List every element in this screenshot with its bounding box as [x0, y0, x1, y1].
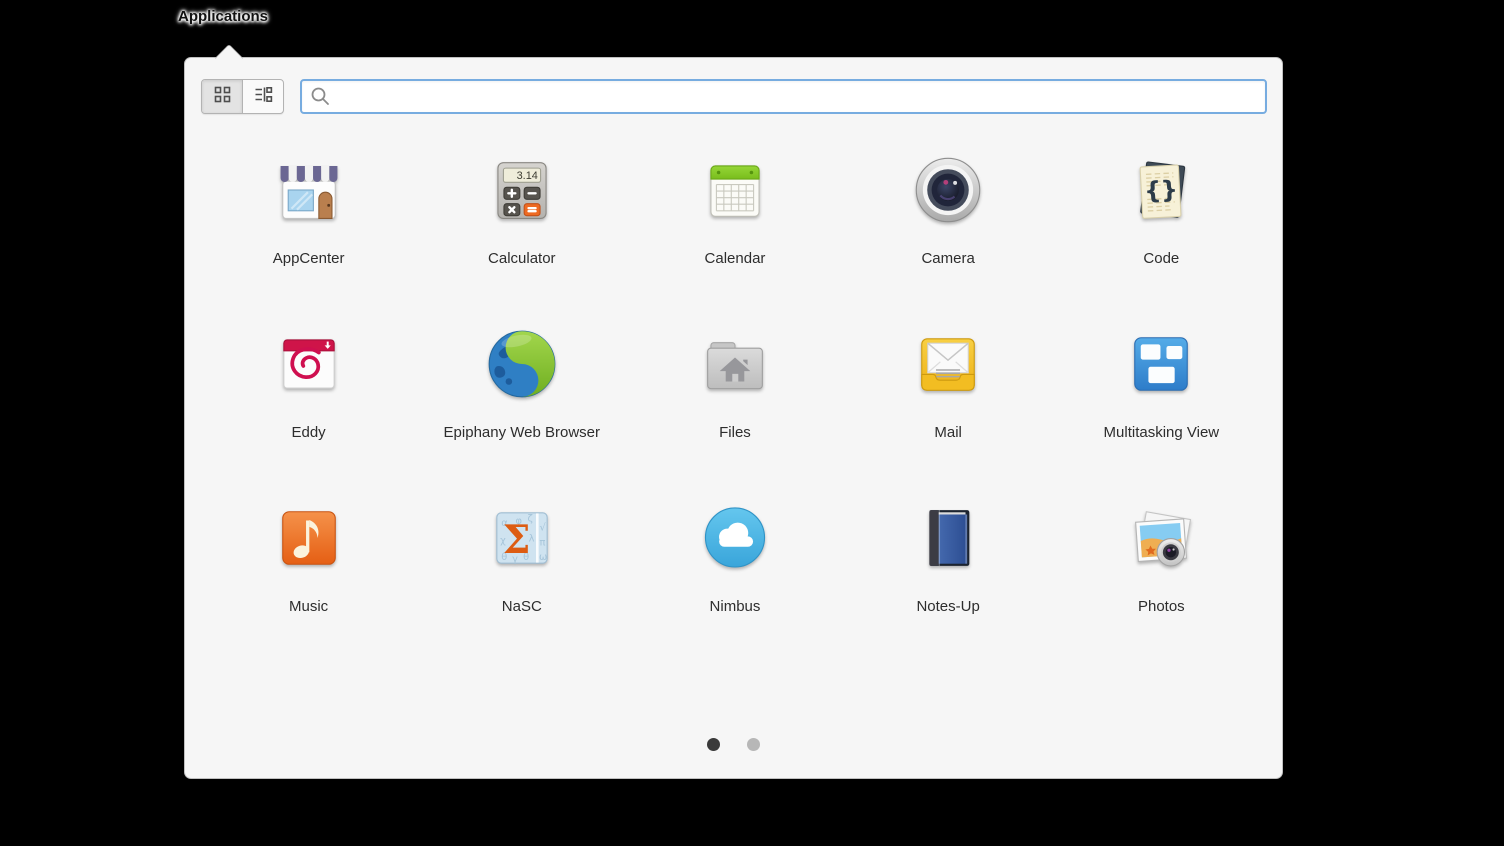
popover-arrow [215, 43, 243, 71]
svg-text:ω: ω [539, 552, 547, 563]
app-label: Epiphany Web Browser [444, 424, 600, 441]
camera-lens-icon [910, 154, 986, 226]
app-label: Notes-Up [916, 598, 979, 615]
mail-tray-icon [910, 328, 986, 400]
app-item-multitasking-view[interactable]: Multitasking View [1055, 328, 1268, 442]
category-view-icon [253, 84, 274, 110]
app-label: Nimbus [710, 598, 761, 615]
app-label: NaSC [502, 598, 542, 615]
panel-applications-button[interactable]: Applications [178, 8, 268, 25]
app-label: Code [1143, 250, 1179, 267]
page-dot-2[interactable] [747, 738, 760, 751]
app-item-notes-up[interactable]: Notes-Up [842, 502, 1055, 616]
svg-text:3.14: 3.14 [516, 170, 537, 182]
app-item-camera[interactable]: Camera [842, 154, 1055, 268]
app-item-files[interactable]: Files [628, 328, 841, 442]
applications-launcher-popover: AppCenter 3.14 [184, 57, 1283, 779]
view-mode-toggle [201, 79, 284, 114]
svg-text:√: √ [539, 522, 546, 533]
app-item-calculator[interactable]: 3.14 Calculator [415, 154, 628, 268]
app-label: Calculator [488, 250, 556, 267]
app-grid: AppCenter 3.14 [202, 154, 1268, 616]
app-label: Music [289, 598, 328, 615]
cloud-icon [697, 502, 773, 574]
music-note-icon [271, 502, 347, 574]
app-label: Camera [921, 250, 974, 267]
svg-text:}: } [1160, 175, 1179, 204]
app-item-eddy[interactable]: Eddy [202, 328, 415, 442]
app-label: Files [719, 424, 751, 441]
globe-icon [484, 328, 560, 400]
app-item-nimbus[interactable]: Nimbus [628, 502, 841, 616]
package-installer-icon [271, 328, 347, 400]
app-item-photos[interactable]: Photos [1055, 502, 1268, 616]
app-label: Eddy [291, 424, 325, 441]
grid-view-icon [212, 84, 233, 110]
calculator-icon: 3.14 [484, 154, 560, 226]
storefront-icon [271, 154, 347, 226]
search-input[interactable] [300, 79, 1267, 114]
grid-view-button[interactable] [202, 80, 242, 113]
app-label: Photos [1138, 598, 1185, 615]
page-dot-1[interactable] [707, 738, 720, 751]
desktop: Applications [0, 0, 1504, 846]
sigma-icon: αφζ χλ θγθ √πω Σ [484, 502, 560, 574]
page-indicator [185, 738, 1282, 751]
app-item-calendar[interactable]: Calendar [628, 154, 841, 268]
photo-stack-icon [1123, 502, 1199, 574]
app-item-code[interactable]: { } Code [1055, 154, 1268, 268]
app-item-epiphany[interactable]: Epiphany Web Browser [415, 328, 628, 442]
search-field-wrap [300, 79, 1267, 114]
svg-text:Σ: Σ [502, 517, 530, 563]
app-label: Mail [934, 424, 962, 441]
app-item-mail[interactable]: Mail [842, 328, 1055, 442]
app-item-nasc[interactable]: αφζ χλ θγθ √πω Σ NaSC [415, 502, 628, 616]
category-view-button[interactable] [242, 80, 283, 113]
app-label: Calendar [705, 250, 766, 267]
app-label: AppCenter [273, 250, 345, 267]
folder-home-icon [697, 328, 773, 400]
app-label: Multitasking View [1104, 424, 1220, 441]
notebook-icon [910, 502, 986, 574]
calendar-icon [697, 154, 773, 226]
code-braces-icon: { } [1123, 154, 1199, 226]
app-item-appcenter[interactable]: AppCenter [202, 154, 415, 268]
workspaces-icon [1123, 328, 1199, 400]
app-item-music[interactable]: Music [202, 502, 415, 616]
svg-text:π: π [539, 538, 545, 549]
